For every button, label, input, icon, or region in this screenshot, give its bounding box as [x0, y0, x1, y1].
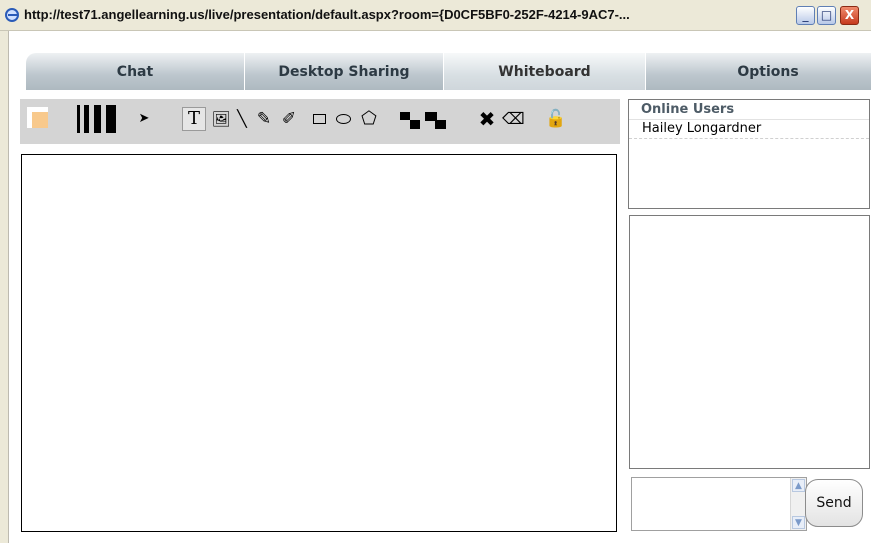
bring-forward-icon[interactable]	[425, 112, 447, 130]
line-tool-icon[interactable]: ╲	[233, 108, 251, 130]
maximize-button[interactable]: □	[817, 6, 836, 25]
minimize-button[interactable]: _	[796, 6, 815, 25]
ie-icon	[5, 8, 19, 22]
window-left-border	[0, 31, 9, 543]
scroll-down-icon[interactable]: ▼	[792, 516, 805, 529]
text-tool-icon[interactable]: T	[182, 107, 206, 131]
unlock-icon[interactable]: 🔓	[545, 108, 567, 130]
delete-icon[interactable]: ✖	[476, 108, 498, 130]
tab-bar: Chat Desktop Sharing Whiteboard Options	[26, 53, 871, 90]
chat-log	[629, 215, 870, 469]
fill-color-swatch[interactable]	[27, 107, 48, 128]
polygon-tool-icon[interactable]: ⬠	[358, 108, 380, 130]
tab-whiteboard[interactable]: Whiteboard	[444, 53, 646, 90]
line-width-thin-icon[interactable]	[77, 105, 80, 133]
image-tool-icon[interactable]: 🖼	[210, 108, 232, 130]
send-button[interactable]: Send	[805, 479, 863, 527]
whiteboard-canvas[interactable]	[21, 154, 617, 532]
ellipse-tool-icon[interactable]	[336, 114, 351, 124]
tab-options[interactable]: Options	[646, 53, 871, 90]
send-backward-icon[interactable]	[400, 112, 422, 130]
rectangle-tool-icon[interactable]	[313, 114, 326, 124]
eraser-icon[interactable]: ⌫	[502, 108, 525, 130]
whiteboard-toolbar: ➤ T 🖼 ╲ ✎ ✐ ⬠ ✖ ⌫ 🔓	[20, 99, 620, 144]
fill-color-icon	[32, 112, 48, 128]
online-users-header: Online Users	[629, 100, 869, 120]
pen-tool-icon[interactable]: ✎	[253, 108, 275, 130]
line-width-thickest-icon[interactable]	[106, 105, 116, 133]
close-button[interactable]: X	[840, 6, 859, 25]
online-user-item[interactable]: Hailey Longardner	[629, 120, 869, 139]
online-users-panel: Online Users Hailey Longardner	[628, 99, 870, 209]
tab-chat[interactable]: Chat	[26, 53, 245, 90]
tab-desktop-sharing[interactable]: Desktop Sharing	[245, 53, 444, 90]
scroll-up-icon[interactable]: ▲	[792, 479, 805, 492]
line-width-thick-icon[interactable]	[94, 105, 101, 133]
brush-tool-icon[interactable]: ✐	[278, 108, 300, 130]
chat-message-input[interactable]: ▲ ▼	[631, 477, 807, 531]
window-title-url: http://test71.angellearning.us/live/pres…	[24, 7, 630, 22]
select-arrow-icon[interactable]: ➤	[137, 108, 151, 130]
window-titlebar: http://test71.angellearning.us/live/pres…	[0, 0, 871, 31]
line-width-medium-icon[interactable]	[84, 105, 89, 133]
